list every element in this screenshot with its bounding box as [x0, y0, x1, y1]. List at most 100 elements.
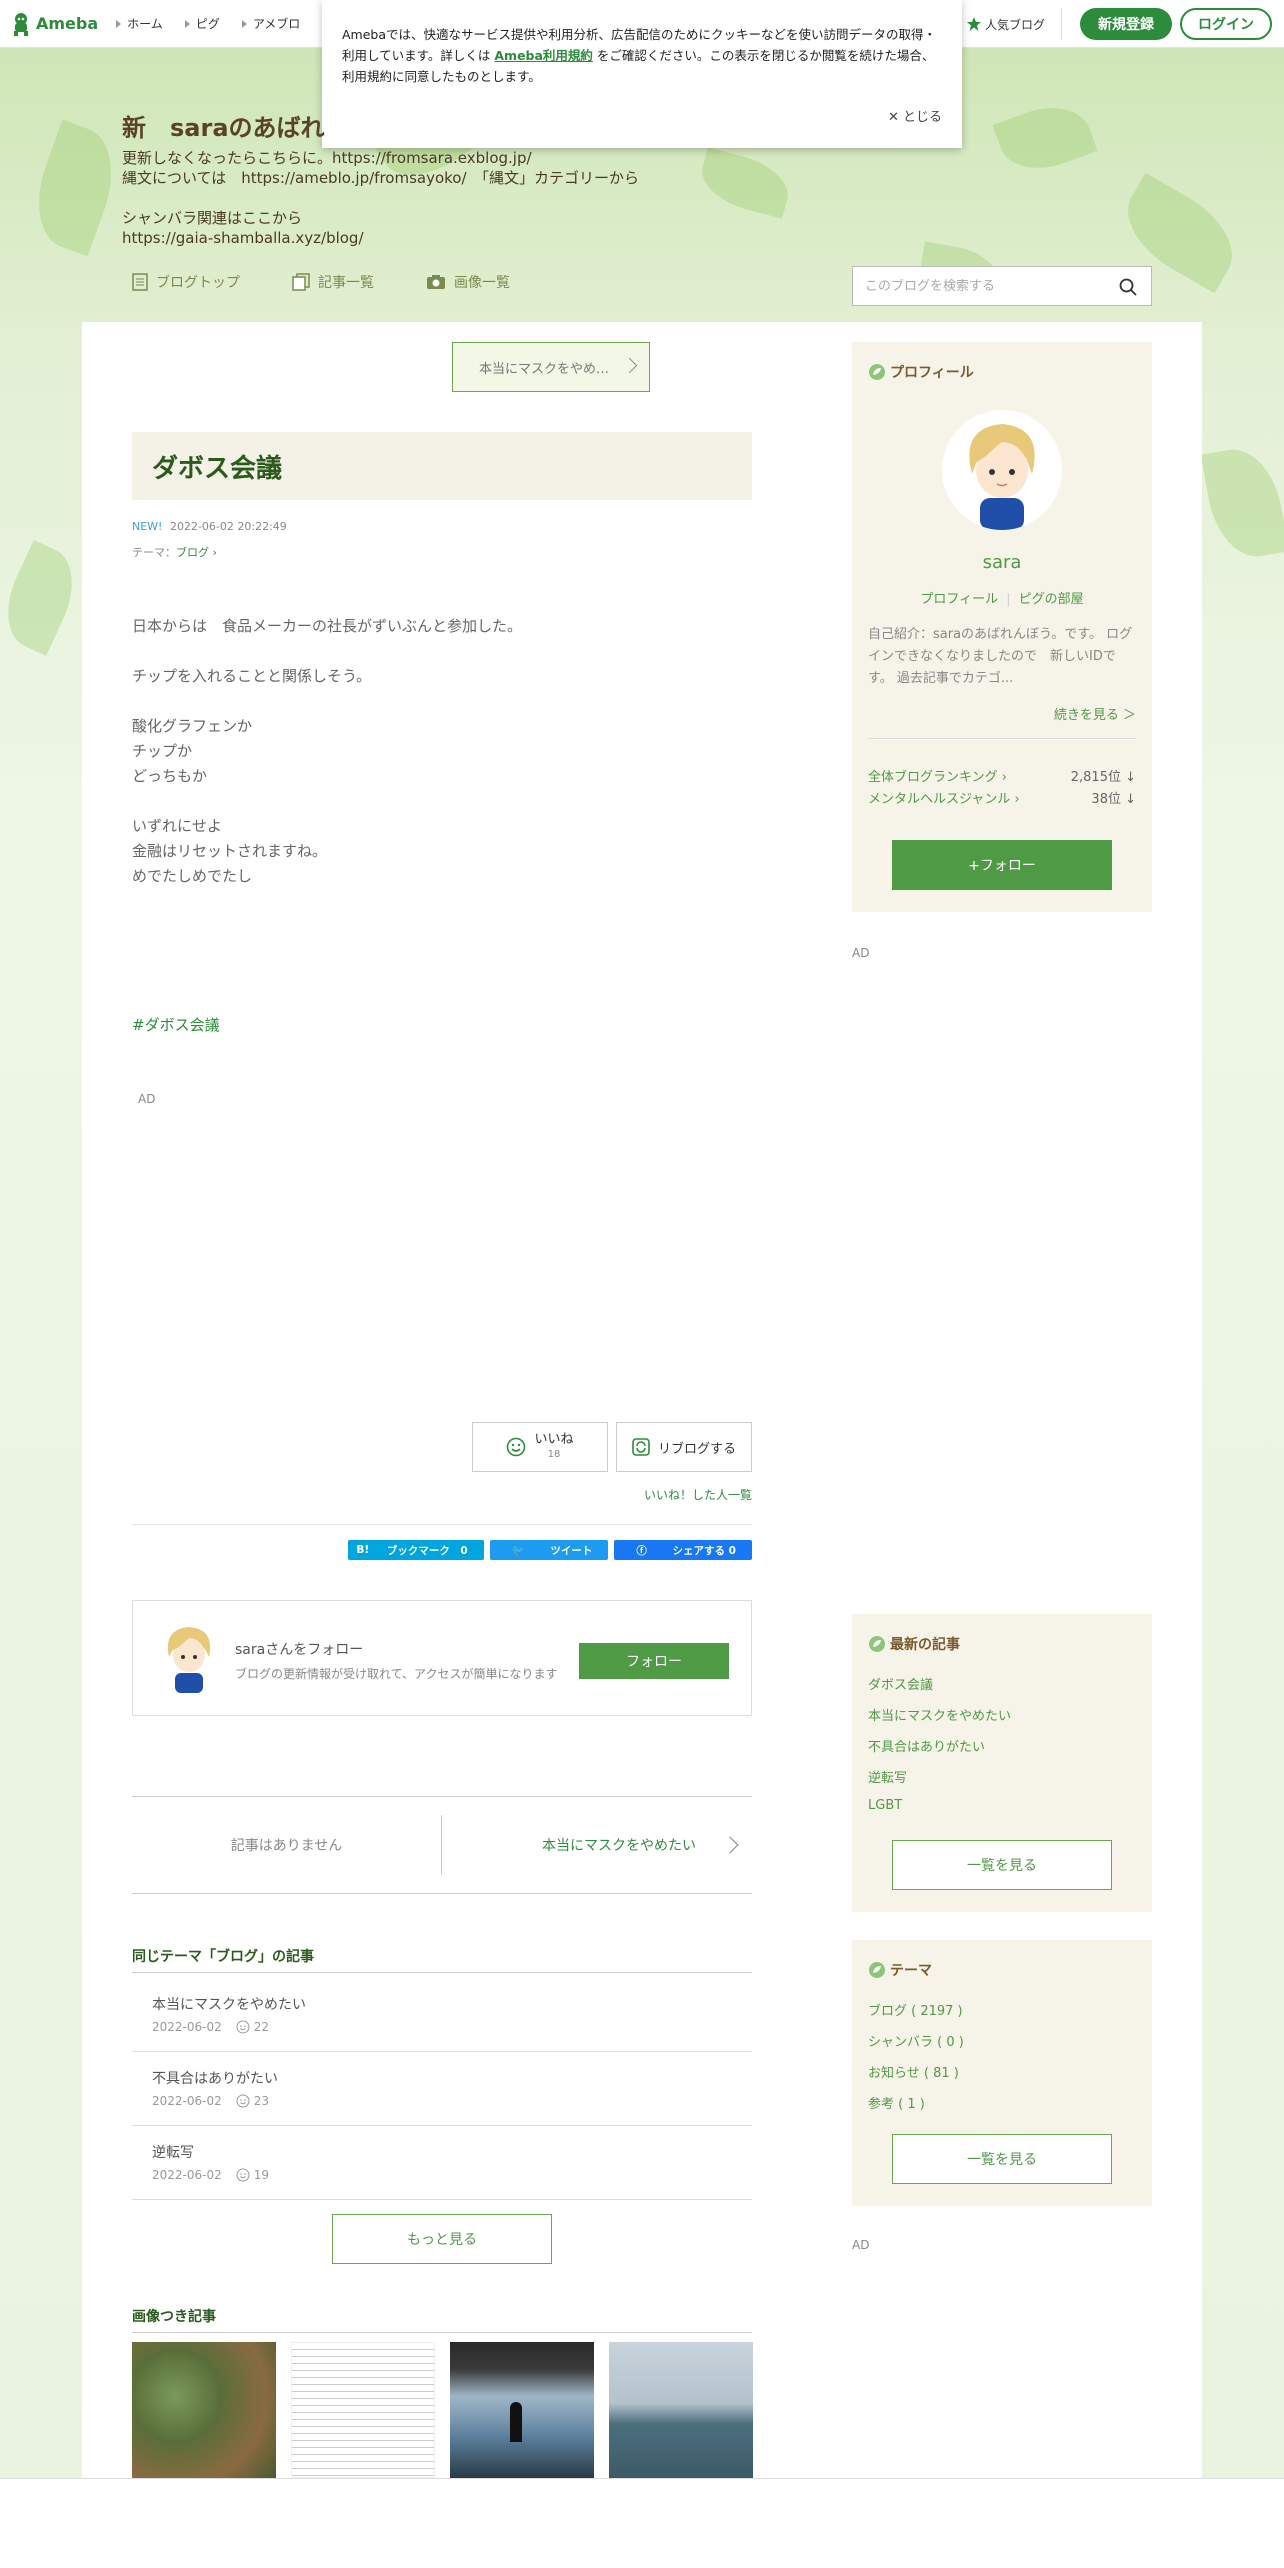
tweet-button[interactable]: 🐦 ツイート — [489, 1540, 609, 1560]
cookie-notice: Amebaでは、快適なサービス提供や利用分析、広告配信のためにクッキーなどを使い… — [322, 0, 962, 148]
same-theme-title: 同じテーマ「ブログ」の記事 — [132, 1946, 752, 1973]
terms-link[interactable]: Ameba利用規約 — [494, 48, 593, 63]
theme-link[interactable]: 参考 ( 1 ) — [868, 2093, 964, 2124]
nav-home[interactable]: ホーム — [116, 15, 163, 32]
ranking-overall-label[interactable]: 全体ブログランキング › — [868, 766, 1007, 785]
item-like-count: 23 — [253, 2094, 270, 2108]
hatena-bookmark-button[interactable]: B! ブックマーク 0 — [348, 1540, 484, 1560]
entry-meta: NEW! 2022-06-02 20:22:49 — [132, 520, 287, 533]
image-articles-title: 画像つき記事 — [132, 2306, 752, 2333]
profile-links: プロフィール | ピグの部屋 — [852, 588, 1152, 607]
recent-entry-link[interactable]: 本当にマスクをやめたい — [868, 1705, 1011, 1736]
recent-entry-link[interactable]: ダボス会議 — [868, 1674, 1011, 1705]
theme-heading-label: テーマ — [890, 1963, 932, 1979]
ranking-overall: 全体ブログランキング › 2,815位 ↓ — [868, 766, 1136, 785]
theme-link[interactable]: シャンバラ ( 0 ) — [868, 2031, 964, 2062]
ameba-logo-icon — [14, 12, 28, 36]
follow-box: saraさんをフォロー ブログの更新情報が受け取れて、アクセスが簡単になります … — [132, 1600, 752, 1716]
like-button[interactable]: いいね 18 — [472, 1422, 608, 1472]
thumbnail-image[interactable] — [609, 2342, 753, 2478]
body-line — [132, 789, 522, 814]
reblog-button[interactable]: リブログする — [616, 1422, 752, 1472]
cookie-close-label: とじる — [902, 110, 942, 125]
popular-blog-link[interactable]: 人気ブログ — [966, 8, 1062, 40]
twitter-icon: 🐦 — [511, 1544, 529, 1557]
copy-icon — [292, 273, 310, 291]
entry-datetime: 2022-06-02 20:22:49 — [169, 520, 287, 533]
smile-icon — [236, 2168, 250, 2182]
pigg-room-link[interactable]: ピグの部屋 — [1019, 592, 1084, 607]
ranking-genre-label[interactable]: メンタルヘルスジャンル › — [868, 788, 1020, 807]
recent-entry-link[interactable]: 不具合はありがたい — [868, 1736, 1011, 1767]
nav-ameblo[interactable]: アメブロ — [242, 15, 300, 32]
ad-label: AD — [138, 1092, 156, 1106]
nav-pigg[interactable]: ピグ — [185, 15, 220, 32]
thumbnail-image[interactable] — [291, 2342, 435, 2478]
search-icon[interactable] — [1119, 278, 1137, 296]
facebook-share-button[interactable]: ⓕ シェアする 0 — [614, 1540, 752, 1560]
like-text: いいね 18 — [534, 1432, 573, 1462]
same-theme-item-title: 本当にマスクをやめたい — [152, 1997, 306, 2013]
blog-nav-entries[interactable]: 記事一覧 — [292, 272, 374, 292]
entry-title[interactable]: ダボス会議 — [132, 432, 752, 500]
sidebar-follow-button[interactable]: +フォロー — [892, 840, 1112, 890]
chevron-right-icon — [721, 1836, 739, 1854]
leaf-icon — [869, 364, 885, 380]
body-line — [132, 639, 522, 664]
same-theme-item[interactable]: 不具合はありがたい 2022-06-02 23 — [132, 2052, 752, 2126]
login-button[interactable]: ログイン — [1180, 8, 1272, 40]
recent-entry-link[interactable]: LGBT — [868, 1798, 1011, 1829]
body-line: 金融はリセットされますね。 — [132, 842, 328, 860]
theme-link[interactable]: お知らせ ( 81 ) — [868, 2062, 964, 2093]
new-badge: NEW! — [132, 520, 163, 533]
read-more-link[interactable]: 続きを見る ＞ — [1054, 704, 1136, 723]
tweet-label: ツイート — [550, 1544, 593, 1557]
item-date: 2022-06-02 — [152, 2094, 222, 2108]
profile-name[interactable]: sara — [852, 552, 1152, 573]
recent-entry-link[interactable]: 逆転写 — [868, 1767, 1011, 1798]
blog-nav-images[interactable]: 画像一覧 — [426, 272, 510, 292]
avatar — [969, 424, 1035, 530]
hashtag-link[interactable]: #ダボス会議 — [132, 1014, 220, 1035]
ranking-genre-value: 38位 ↓ — [1091, 792, 1136, 807]
same-theme-item-meta: 2022-06-02 23 — [152, 2094, 752, 2108]
same-theme-item-meta: 2022-06-02 19 — [152, 2168, 752, 2182]
body-line: 酸化グラフェンか — [132, 717, 253, 735]
more-button[interactable]: もっと見る — [332, 2214, 552, 2264]
prev-entry-button[interactable]: 本当にマスクをやめ… — [452, 342, 650, 392]
body-line: チップか — [132, 742, 193, 760]
blog-search — [852, 266, 1152, 306]
thumbnail-image[interactable] — [132, 2342, 276, 2478]
same-theme-item[interactable]: 本当にマスクをやめたい 2022-06-02 22 — [132, 1978, 752, 2052]
recent-list-button[interactable]: 一覧を見る — [892, 1840, 1112, 1890]
body-line: いずれにせよ — [132, 817, 223, 835]
follow-box-title: saraさんをフォロー — [235, 1642, 364, 1658]
entry-theme: テーマ：ブログ › — [132, 544, 217, 560]
ameba-logo[interactable]: Ameba — [10, 12, 98, 36]
follow-button[interactable]: フォロー — [579, 1643, 729, 1679]
profile-intro: 自己紹介：saraのあばれんぼう。です。 ログインできなくなりましたので 新しい… — [868, 627, 1133, 686]
body-line: めでたしめでたし — [132, 867, 253, 885]
like-users-link[interactable]: いいね！した人一覧 — [644, 1486, 752, 1503]
profile-link[interactable]: プロフィール — [920, 592, 998, 607]
profile-avatar[interactable] — [942, 410, 1062, 530]
theme-link[interactable]: ブログ ( 2197 ) — [868, 2000, 964, 2031]
register-button[interactable]: 新規登録 — [1080, 8, 1172, 40]
search-input[interactable] — [865, 278, 1105, 294]
body-line: どっちもか — [132, 767, 208, 785]
blog-title[interactable]: 新 saraのあばれ — [122, 108, 325, 143]
pager-next[interactable]: 本当にマスクをやめたい — [542, 1835, 696, 1855]
same-theme-item-title: 逆転写 — [152, 2145, 194, 2161]
theme-list-button[interactable]: 一覧を見る — [892, 2134, 1112, 2184]
facebook-icon: ⓕ — [636, 1544, 651, 1557]
sidebar-ad-label: AD — [852, 2238, 870, 2252]
entry-pager: 記事はありません 本当にマスクをやめたい — [132, 1796, 752, 1894]
item-date: 2022-06-02 — [152, 2168, 222, 2182]
theme-link[interactable]: ブログ — [176, 546, 209, 559]
same-theme-item[interactable]: 逆転写 2022-06-02 19 — [132, 2126, 752, 2200]
sidebar-ad-label: AD — [852, 946, 870, 960]
cookie-close-button[interactable]: ✕ とじる — [888, 107, 942, 128]
blog-nav-top[interactable]: ブログトップ — [132, 272, 240, 292]
theme-heading: テーマ — [868, 1960, 932, 1980]
thumbnail-image[interactable] — [450, 2342, 594, 2478]
